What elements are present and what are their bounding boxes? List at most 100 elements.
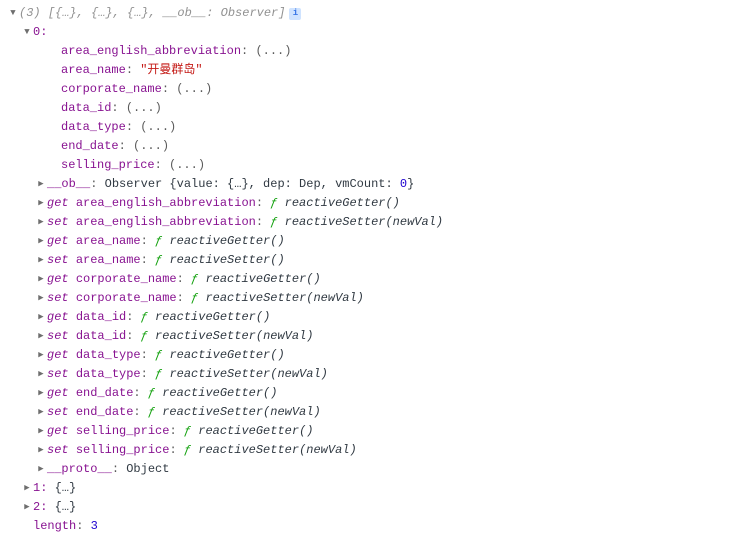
collapse-arrow-icon[interactable]: ▶	[36, 422, 46, 441]
function-icon: ƒ	[155, 251, 169, 270]
collapse-arrow-icon[interactable]: ▶	[36, 289, 46, 308]
function-icon: ƒ	[155, 232, 169, 251]
accessor-get-corporate_name[interactable]: ▶get corporate_name: ƒ reactiveGetter()	[8, 270, 750, 289]
function-icon: ƒ	[184, 441, 198, 460]
accessor-get-data_type[interactable]: ▶get data_type: ƒ reactiveGetter()	[8, 346, 750, 365]
accessor-set-area_english_abbreviation[interactable]: ▶set area_english_abbreviation: ƒ reacti…	[8, 213, 750, 232]
collapse-arrow-icon[interactable]: ▶	[22, 498, 32, 517]
accessor-keyword: get	[47, 384, 76, 403]
prop-end-date[interactable]: end_date: (...)	[8, 137, 750, 156]
accessor-get-area_name[interactable]: ▶get area_name: ƒ reactiveGetter()	[8, 232, 750, 251]
accessor-signature: reactiveSetter(newVal)	[169, 365, 327, 384]
accessor-set-data_type[interactable]: ▶set data_type: ƒ reactiveSetter(newVal)	[8, 365, 750, 384]
accessor-signature: reactiveSetter(newVal)	[162, 403, 320, 422]
accessor-name: area_english_abbreviation	[76, 194, 256, 213]
collapse-arrow-icon[interactable]: ▶	[36, 403, 46, 422]
accessor-keyword: get	[47, 308, 76, 327]
expand-arrow-icon[interactable]: ▼	[8, 4, 18, 23]
accessor-set-area_name[interactable]: ▶set area_name: ƒ reactiveSetter()	[8, 251, 750, 270]
function-icon: ƒ	[155, 346, 169, 365]
collapse-arrow-icon[interactable]: ▶	[36, 327, 46, 346]
collapse-arrow-icon[interactable]: ▶	[36, 175, 46, 194]
accessor-signature: reactiveSetter(newVal)	[205, 289, 363, 308]
accessor-signature: reactiveGetter()	[205, 270, 320, 289]
accessor-keyword: get	[47, 270, 76, 289]
prop-area-english-abbreviation[interactable]: area_english_abbreviation: (...)	[8, 42, 750, 61]
prop-data-type[interactable]: data_type: (...)	[8, 118, 750, 137]
accessor-signature: reactiveGetter()	[285, 194, 400, 213]
accessor-get-selling_price[interactable]: ▶get selling_price: ƒ reactiveGetter()	[8, 422, 750, 441]
accessor-get-data_id[interactable]: ▶get data_id: ƒ reactiveGetter()	[8, 308, 750, 327]
accessor-name: area_name	[76, 232, 141, 251]
function-icon: ƒ	[148, 384, 162, 403]
function-icon: ƒ	[191, 270, 205, 289]
prop-corporate-name[interactable]: corporate_name: (...)	[8, 80, 750, 99]
info-icon[interactable]: i	[289, 8, 301, 20]
accessor-get-area_english_abbreviation[interactable]: ▶get area_english_abbreviation: ƒ reacti…	[8, 194, 750, 213]
collapse-arrow-icon[interactable]: ▶	[22, 479, 32, 498]
accessor-keyword: set	[47, 251, 76, 270]
accessor-set-corporate_name[interactable]: ▶set corporate_name: ƒ reactiveSetter(ne…	[8, 289, 750, 308]
accessor-signature: reactiveSetter(newVal)	[198, 441, 356, 460]
collapse-arrow-icon[interactable]: ▶	[36, 365, 46, 384]
accessor-name: data_id	[76, 327, 126, 346]
array-preview: [{…}, {…}, {…}, __ob__: Observer]	[48, 4, 286, 23]
accessor-signature: reactiveSetter(newVal)	[285, 213, 443, 232]
collapse-arrow-icon[interactable]: ▶	[36, 251, 46, 270]
console-object-tree: ▼ (3) [{…}, {…}, {…}, __ob__: Observer] …	[0, 0, 750, 536]
function-icon: ƒ	[191, 289, 205, 308]
collapse-arrow-icon[interactable]: ▶	[36, 460, 46, 479]
accessor-signature: reactiveGetter()	[169, 346, 284, 365]
accessor-name: data_type	[76, 346, 141, 365]
accessor-set-data_id[interactable]: ▶set data_id: ƒ reactiveSetter(newVal)	[8, 327, 750, 346]
collapse-arrow-icon[interactable]: ▶	[36, 441, 46, 460]
collapse-arrow-icon[interactable]: ▶	[36, 232, 46, 251]
function-icon: ƒ	[270, 213, 284, 232]
function-icon: ƒ	[184, 422, 198, 441]
collapse-arrow-icon[interactable]: ▶	[36, 308, 46, 327]
accessor-signature: reactiveGetter()	[198, 422, 313, 441]
accessor-name: corporate_name	[76, 289, 177, 308]
accessor-name: area_name	[76, 251, 141, 270]
index-label: 0:	[33, 23, 47, 42]
prop-area-name[interactable]: area_name: "开曼群岛"	[8, 61, 750, 80]
collapse-arrow-icon[interactable]: ▶	[36, 384, 46, 403]
accessor-get-end_date[interactable]: ▶get end_date: ƒ reactiveGetter()	[8, 384, 750, 403]
accessor-name: data_id	[76, 308, 126, 327]
accessor-name: selling_price	[76, 441, 170, 460]
prop-proto[interactable]: ▶ __proto__: Object	[8, 460, 750, 479]
accessor-keyword: get	[47, 232, 76, 251]
accessor-keyword: set	[47, 327, 76, 346]
accessor-keyword: set	[47, 289, 76, 308]
accessor-keyword: set	[47, 213, 76, 232]
accessor-keyword: get	[47, 346, 76, 365]
accessor-name: corporate_name	[76, 270, 177, 289]
array-item-0[interactable]: ▼ 0:	[8, 23, 750, 42]
array-count: (3)	[19, 4, 41, 23]
collapse-arrow-icon[interactable]: ▶	[36, 270, 46, 289]
accessor-name: end_date	[76, 403, 134, 422]
collapse-arrow-icon[interactable]: ▶	[36, 194, 46, 213]
array-item-1[interactable]: ▶ 1: {…}	[8, 479, 750, 498]
function-icon: ƒ	[141, 308, 155, 327]
accessor-name: end_date	[76, 384, 134, 403]
accessor-name: selling_price	[76, 422, 170, 441]
expand-arrow-icon[interactable]: ▼	[22, 23, 32, 42]
collapse-arrow-icon[interactable]: ▶	[36, 346, 46, 365]
accessor-keyword: set	[47, 441, 76, 460]
accessor-signature: reactiveGetter()	[155, 308, 270, 327]
prop-data-id[interactable]: data_id: (...)	[8, 99, 750, 118]
array-item-2[interactable]: ▶ 2: {…}	[8, 498, 750, 517]
accessor-keyword: get	[47, 422, 76, 441]
function-icon: ƒ	[148, 403, 162, 422]
array-summary-row[interactable]: ▼ (3) [{…}, {…}, {…}, __ob__: Observer] …	[8, 4, 750, 23]
accessor-signature: reactiveGetter()	[169, 232, 284, 251]
accessor-set-end_date[interactable]: ▶set end_date: ƒ reactiveSetter(newVal)	[8, 403, 750, 422]
collapse-arrow-icon[interactable]: ▶	[36, 213, 46, 232]
accessor-keyword: set	[47, 365, 76, 384]
accessor-signature: reactiveGetter()	[162, 384, 277, 403]
prop-length[interactable]: length: 3	[8, 517, 750, 536]
prop-ob[interactable]: ▶ __ob__: Observer {value: {…}, dep: Dep…	[8, 175, 750, 194]
accessor-set-selling_price[interactable]: ▶set selling_price: ƒ reactiveSetter(new…	[8, 441, 750, 460]
prop-selling-price[interactable]: selling_price: (...)	[8, 156, 750, 175]
